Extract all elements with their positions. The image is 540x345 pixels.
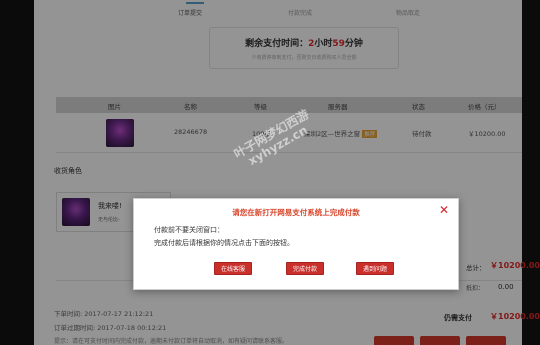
- encountered-problem-button[interactable]: 遇到问题: [356, 262, 395, 275]
- modal-overlay: [0, 0, 540, 345]
- close-icon[interactable]: ✕: [438, 204, 450, 216]
- dialog-title: 请您在新打开网易支付系统上完成付款: [232, 208, 360, 217]
- payment-complete-button[interactable]: 完成付款: [286, 262, 325, 275]
- dialog-message-2: 完成付款后请根据你的情况点击下面的按钮。: [154, 239, 294, 247]
- online-support-button[interactable]: 在线客服: [214, 262, 253, 275]
- page: 订单提交 付款完成 物品取走 剩余支付时间：2小时59分钟 少收费停单到支付，否…: [0, 0, 540, 345]
- payment-dialog: 请您在新打开网易支付系统上完成付款 ✕ 付款前不要关闭窗口： 完成付款后请根据你…: [133, 198, 459, 290]
- dialog-message-1: 付款前不要关闭窗口：: [154, 226, 224, 234]
